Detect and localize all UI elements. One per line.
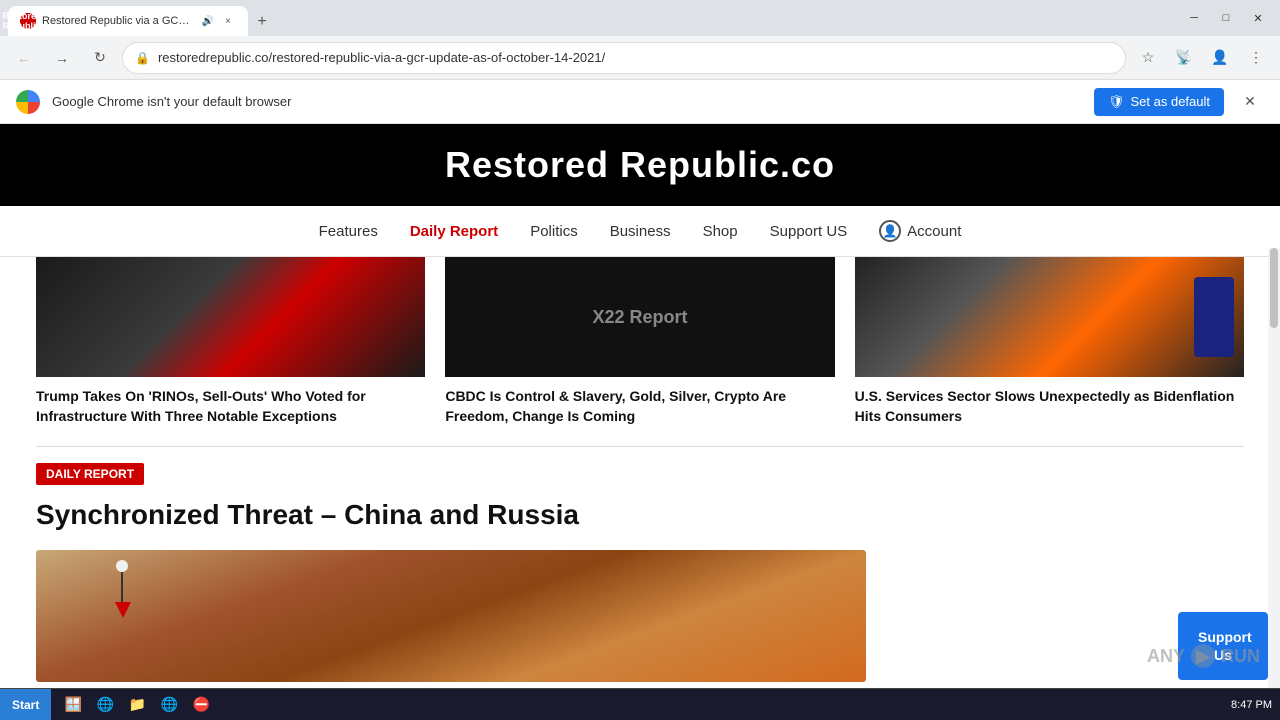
set-default-button[interactable]: 🛡 Set as default — [1094, 88, 1224, 116]
chrome-logo-icon — [16, 90, 40, 114]
scrollbar-track[interactable] — [1268, 248, 1280, 688]
tab-audio-icon: 🔊 — [202, 16, 214, 27]
content-divider — [36, 446, 1244, 447]
taskbar-icon-windows[interactable]: 🪟 — [59, 691, 87, 719]
anyrun-play-icon: ▶ — [1191, 644, 1215, 668]
scrollbar-thumb[interactable] — [1270, 248, 1278, 328]
browser-toolbar: ← → ↻ 🔒 restoredrepublic.co/restored-rep… — [0, 36, 1280, 80]
tab-area: Restored Republic.co Restored Republic v… — [8, 0, 1172, 36]
website-content: Restored Republic.co Features Daily Repo… — [0, 124, 1280, 688]
cast-button[interactable]: 📡 — [1168, 42, 1200, 74]
site-header: Restored Republic.co — [0, 124, 1280, 206]
site-navigation: Features Daily Report Politics Business … — [0, 206, 1280, 257]
browser-window: Restored Republic.co Restored Republic v… — [0, 0, 1280, 688]
anyrun-text-run: RUN — [1221, 646, 1260, 667]
taskbar-icons: 🪟 🌐 📁 🌐 ⛔ — [51, 691, 223, 719]
article-thumbnail-3 — [855, 257, 1244, 377]
article-image-ball — [116, 560, 128, 572]
browser-tab[interactable]: Restored Republic.co Restored Republic v… — [8, 6, 248, 36]
taskbar-clock: 8:47 PM — [1231, 699, 1272, 711]
taskbar-icon-chrome[interactable]: 🌐 — [155, 691, 183, 719]
article-grid: Trump Takes On 'RINOs, Sell-Outs' Who Vo… — [0, 257, 1280, 446]
nav-account[interactable]: 👤 Account — [879, 220, 961, 242]
nav-item-business[interactable]: Business — [610, 223, 671, 240]
main-article-image — [36, 550, 866, 682]
taskbar: Start 🪟 🌐 📁 🌐 ⛔ 8:47 PM — [0, 688, 1280, 720]
shield-icon: 🛡 — [1108, 94, 1125, 110]
notification-bar: Google Chrome isn't your default browser… — [0, 80, 1280, 124]
close-button[interactable]: ✕ — [1244, 4, 1272, 32]
taskbar-icon-explorer[interactable]: 📁 — [123, 691, 151, 719]
article-image-triangle — [115, 602, 131, 618]
title-bar: Restored Republic.co Restored Republic v… — [0, 0, 1280, 36]
article-title-1: Trump Takes On 'RINOs, Sell-Outs' Who Vo… — [36, 387, 425, 426]
nav-item-shop[interactable]: Shop — [703, 223, 738, 240]
new-tab-button[interactable]: + — [248, 8, 276, 36]
nav-item-politics[interactable]: Politics — [530, 223, 578, 240]
forward-button[interactable]: → — [46, 42, 78, 74]
bookmark-button[interactable]: ☆ — [1132, 42, 1164, 74]
minimize-button[interactable]: ─ — [1180, 4, 1208, 32]
nav-item-features[interactable]: Features — [319, 223, 378, 240]
tab-title: Restored Republic via a GCR U... — [42, 15, 196, 27]
nav-item-daily-report[interactable]: Daily Report — [410, 223, 498, 240]
notification-close-button[interactable]: ✕ — [1236, 88, 1264, 116]
article-thumbnail-1 — [36, 257, 425, 377]
anyrun-text-any: ANY — [1147, 646, 1185, 667]
main-article-heading: Synchronized Threat – China and Russia — [0, 497, 1280, 549]
taskbar-icon-ie[interactable]: 🌐 — [91, 691, 119, 719]
lock-icon: 🔒 — [135, 51, 150, 65]
article-title-2: CBDC Is Control & Slavery, Gold, Silver,… — [445, 387, 834, 426]
profile-button[interactable]: 👤 — [1204, 42, 1236, 74]
article-card-1[interactable]: Trump Takes On 'RINOs, Sell-Outs' Who Vo… — [36, 257, 425, 426]
tab-close-button[interactable]: × — [220, 13, 236, 29]
notification-text: Google Chrome isn't your default browser — [52, 94, 1082, 109]
taskbar-icon-av[interactable]: ⛔ — [187, 691, 215, 719]
daily-report-badge: DAILY REPORT — [36, 463, 144, 485]
url-text: restoredrepublic.co/restored-republic-vi… — [158, 50, 1113, 65]
anyrun-watermark: ANY ▶ RUN — [1147, 644, 1260, 668]
address-bar[interactable]: 🔒 restoredrepublic.co/restored-republic-… — [122, 42, 1126, 74]
article-card-3[interactable]: U.S. Services Sector Slows Unexpectedly … — [855, 257, 1244, 426]
tab-favicon: Restored Republic.co — [20, 13, 36, 29]
site-title: Restored Republic.co — [20, 144, 1260, 186]
account-icon: 👤 — [879, 220, 901, 242]
account-label: Account — [907, 223, 961, 240]
nav-item-support-us[interactable]: Support US — [770, 223, 848, 240]
back-button[interactable]: ← — [8, 42, 40, 74]
window-controls: ─ □ ✕ — [1180, 4, 1272, 32]
taskbar-right: 8:47 PM — [1223, 699, 1280, 711]
toolbar-actions: ☆ 📡 👤 ⋮ — [1132, 42, 1272, 74]
maximize-button[interactable]: □ — [1212, 4, 1240, 32]
services-figure — [1194, 277, 1234, 357]
article-thumbnail-2: X22 Report — [445, 257, 834, 377]
article-card-2[interactable]: X22 Report CBDC Is Control & Slavery, Go… — [445, 257, 834, 426]
menu-button[interactable]: ⋮ — [1240, 42, 1272, 74]
start-button[interactable]: Start — [0, 689, 51, 720]
article-title-3: U.S. Services Sector Slows Unexpectedly … — [855, 387, 1244, 426]
reload-button[interactable]: ↻ — [84, 42, 116, 74]
